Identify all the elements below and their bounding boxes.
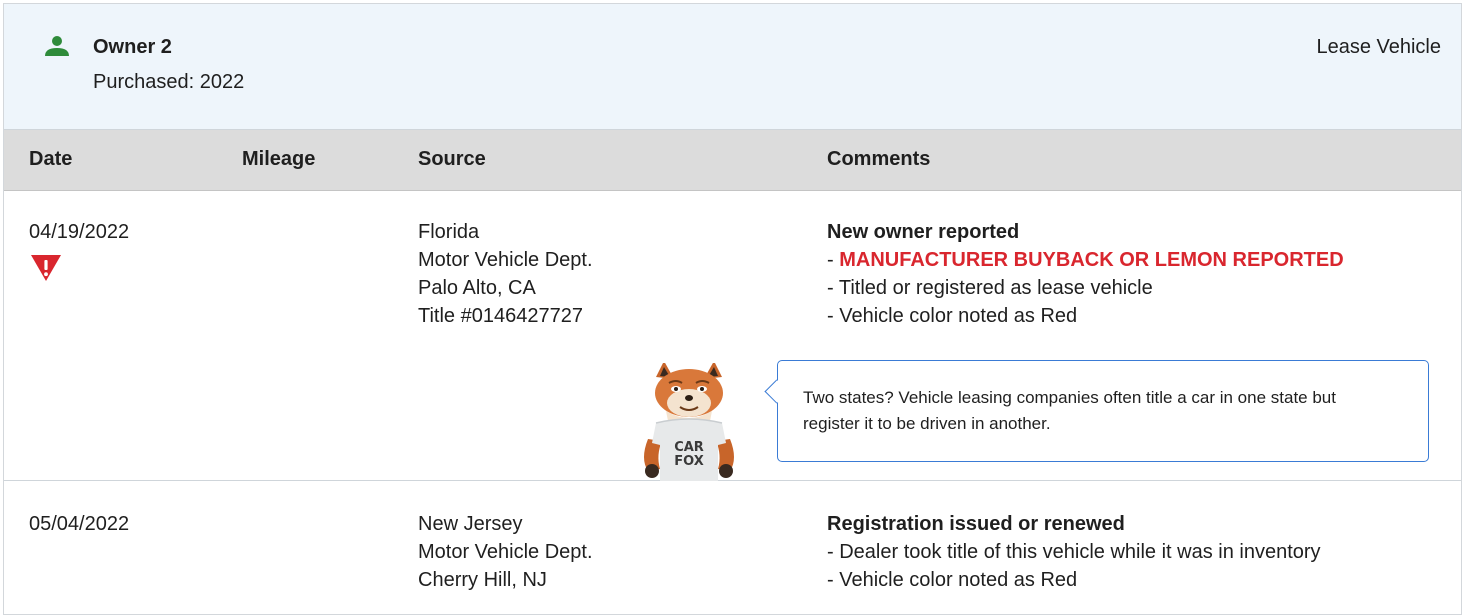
owner-header: Owner 2 Purchased: 2022 Lease Vehicle (4, 4, 1461, 130)
column-header-mileage: Mileage (242, 148, 316, 170)
record-comments: Registration issued or renewed - Dealer … (827, 510, 1321, 594)
record-comments: New owner reported - MANUFACTURER BUYBAC… (827, 218, 1344, 330)
record-date: 04/19/2022 (29, 221, 130, 243)
source-line: Motor Vehicle Dept. (418, 249, 593, 271)
table-row: 04/19/2022 Florida Motor Vehicle Dept. P… (4, 191, 1461, 481)
lemon-alert-text: MANUFACTURER BUYBACK OR LEMON REPORTED (839, 249, 1344, 271)
tip-bubble: Two states? Vehicle leasing companies of… (764, 360, 1429, 462)
owner-purchased: Purchased: 2022 (93, 71, 245, 93)
column-header-source: Source (418, 148, 486, 170)
source-line: Cherry Hill, NJ (418, 569, 547, 591)
comment-item: - Titled or registered as lease vehicle (827, 277, 1153, 299)
source-line: New Jersey (418, 513, 523, 535)
source-line: Title #0146427727 (418, 305, 583, 327)
warning-triangle-icon (31, 255, 61, 281)
record-source: Florida Motor Vehicle Dept. Palo Alto, C… (418, 218, 593, 330)
source-line: Motor Vehicle Dept. (418, 541, 593, 563)
tip-pointer (764, 379, 789, 404)
owner-type-label: Lease Vehicle (1316, 36, 1441, 58)
tip-text: Two states? Vehicle leasing companies of… (803, 388, 1336, 433)
comment-title: Registration issued or renewed (827, 513, 1125, 535)
person-icon (45, 36, 69, 56)
comment-item: - Vehicle color noted as Red (827, 305, 1078, 327)
mascot-shirt-text-fox: FOX (674, 454, 704, 469)
ownership-history-card: Owner 2 Purchased: 2022 Lease Vehicle Da… (3, 3, 1462, 615)
owner-title: Owner 2 (93, 36, 172, 58)
record-source: New Jersey Motor Vehicle Dept. Cherry Hi… (418, 510, 593, 594)
comment-item: - Dealer took title of this vehicle whil… (827, 541, 1321, 563)
mascot-shirt-text-car: CAR (674, 440, 704, 455)
table-header: Date Mileage Source Comments (4, 130, 1461, 191)
record-date: 05/04/2022 (29, 513, 130, 535)
comment-alert: - MANUFACTURER BUYBACK OR LEMON REPORTED (827, 249, 1344, 271)
comment-title: New owner reported (827, 221, 1020, 243)
column-header-date: Date (29, 148, 73, 170)
table-row: 05/04/2022 New Jersey Motor Vehicle Dept… (4, 481, 1461, 614)
source-line: Palo Alto, CA (418, 277, 536, 299)
car-fox-mascot-icon: CAR FOX (644, 363, 734, 481)
comment-item: - Vehicle color noted as Red (827, 569, 1078, 591)
column-header-comments: Comments (827, 148, 931, 170)
source-line: Florida (418, 221, 480, 243)
